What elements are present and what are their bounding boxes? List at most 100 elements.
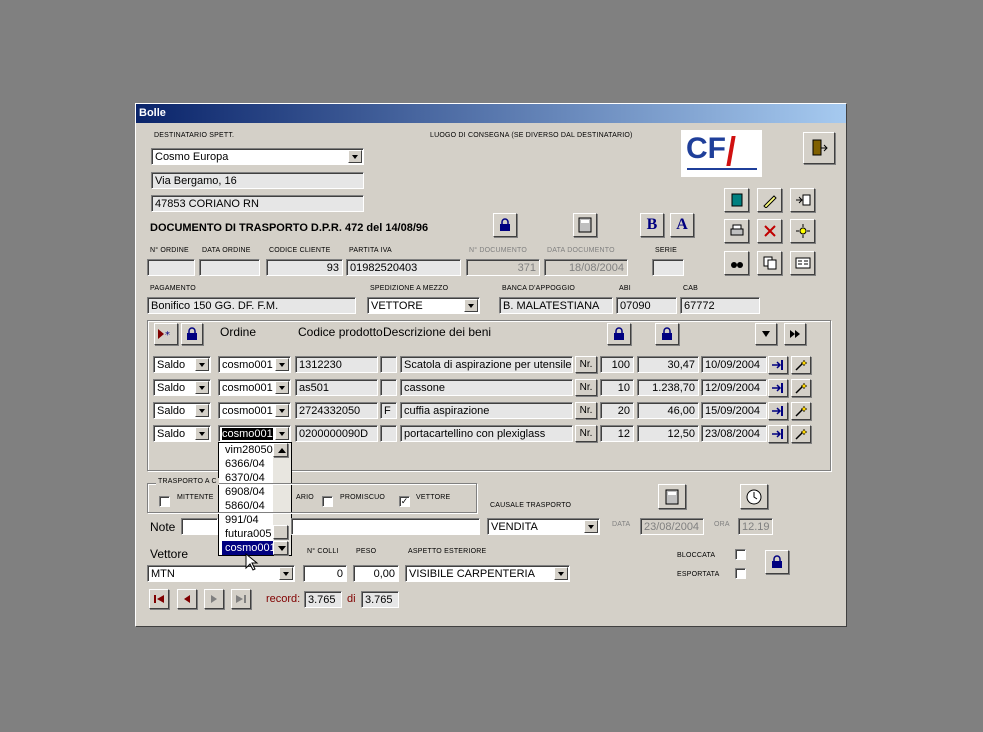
chevron-down-icon[interactable] bbox=[275, 381, 289, 394]
row-qta-field[interactable]: 20 bbox=[600, 402, 634, 419]
bold-button[interactable]: B bbox=[640, 213, 664, 237]
window-titlebar[interactable]: Bolle bbox=[136, 104, 846, 123]
row-wizard-button[interactable] bbox=[791, 356, 811, 374]
data-field[interactable]: 23/08/2004 bbox=[640, 518, 704, 535]
exit-button[interactable] bbox=[803, 132, 835, 164]
row-descrizione-field[interactable]: Scatola di aspirazione per utensile c bbox=[400, 356, 573, 373]
lock-button-prezzo[interactable] bbox=[655, 323, 679, 345]
row-prezzo-field[interactable]: 46,00 bbox=[637, 402, 699, 419]
first-record-button[interactable] bbox=[149, 589, 169, 609]
row-tipo-combo[interactable]: Saldo bbox=[153, 425, 211, 442]
causale-combo[interactable]: VENDITA bbox=[487, 518, 600, 535]
n-ordine-field[interactable] bbox=[147, 259, 195, 276]
partita-iva-field[interactable]: 01982520403 bbox=[346, 259, 461, 276]
row-codice-field[interactable]: 1312230 bbox=[295, 356, 378, 373]
calculator-button[interactable] bbox=[573, 213, 597, 237]
row-ordine-combo[interactable]: cosmo001 bbox=[218, 356, 291, 373]
row-prezzo-field[interactable]: 30,47 bbox=[637, 356, 699, 373]
prev-record-button[interactable] bbox=[177, 589, 197, 609]
print-button[interactable] bbox=[724, 219, 749, 243]
row-flag-field[interactable] bbox=[380, 356, 397, 373]
book-button[interactable] bbox=[724, 188, 749, 212]
row-goto-button[interactable] bbox=[768, 402, 788, 420]
vettore-combo[interactable]: MTN bbox=[147, 565, 295, 582]
delete-button[interactable] bbox=[757, 219, 782, 243]
row-qta-field[interactable]: 100 bbox=[600, 356, 634, 373]
row-prezzo-field[interactable]: 12,50 bbox=[637, 425, 699, 442]
spedizione-combo[interactable]: VETTORE bbox=[367, 297, 480, 314]
serie-field[interactable] bbox=[652, 259, 684, 276]
indirizzo-field[interactable]: Via Bergamo, 16 bbox=[151, 172, 364, 189]
n-documento-field[interactable]: 371 bbox=[466, 259, 540, 276]
chevron-down-icon[interactable] bbox=[554, 567, 568, 580]
row-qta-field[interactable]: 10 bbox=[600, 379, 634, 396]
banca-field[interactable]: B. MALATESTIANA bbox=[499, 297, 613, 314]
row-descrizione-field[interactable]: cuffia aspirazione bbox=[400, 402, 573, 419]
ora-field[interactable]: 12.19 bbox=[738, 518, 773, 535]
n-colli-field[interactable]: 0 bbox=[303, 565, 347, 582]
esportata-checkbox[interactable] bbox=[735, 568, 746, 579]
search-button[interactable] bbox=[724, 251, 749, 275]
next-record-button[interactable] bbox=[204, 589, 224, 609]
promiscuo-checkbox[interactable] bbox=[322, 496, 333, 507]
row-ordine-combo[interactable]: cosmo001 bbox=[218, 402, 291, 419]
row-tipo-combo[interactable]: Saldo bbox=[153, 402, 211, 419]
row-tipo-combo[interactable]: Saldo bbox=[153, 379, 211, 396]
row-codice-field[interactable]: as501 bbox=[295, 379, 378, 396]
last-record-button[interactable] bbox=[231, 589, 251, 609]
chevron-down-icon[interactable] bbox=[195, 381, 209, 394]
row-data-field[interactable]: 23/08/2004 bbox=[701, 425, 767, 442]
chevron-down-icon[interactable] bbox=[195, 427, 209, 440]
font-button[interactable]: A bbox=[670, 213, 694, 237]
chevron-down-icon[interactable] bbox=[195, 358, 209, 371]
row-wizard-button[interactable] bbox=[791, 425, 811, 443]
citta-field[interactable]: 47853 CORIANO RN bbox=[151, 195, 364, 212]
row-nr-button[interactable]: Nr. bbox=[575, 379, 597, 396]
dropdown-option[interactable]: 991/04 bbox=[222, 513, 277, 527]
chevron-down-icon[interactable] bbox=[464, 299, 478, 312]
row-codice-field[interactable]: 2724332050 bbox=[295, 402, 378, 419]
scroll-down-arrow[interactable] bbox=[273, 541, 288, 555]
chevron-down-icon[interactable] bbox=[275, 358, 289, 371]
clock-button[interactable] bbox=[740, 484, 768, 509]
insert-row-button[interactable] bbox=[790, 188, 815, 212]
row-qta-field[interactable]: 12 bbox=[600, 425, 634, 442]
chevron-down-icon[interactable] bbox=[195, 404, 209, 417]
lock-button-doc[interactable] bbox=[493, 213, 517, 237]
codice-cliente-field[interactable]: 93 bbox=[266, 259, 343, 276]
scroll-thumb[interactable] bbox=[273, 525, 288, 539]
fast-forward-button[interactable] bbox=[784, 323, 806, 345]
chevron-down-icon[interactable] bbox=[584, 520, 598, 533]
data-documento-field[interactable]: 18/08/2004 bbox=[544, 259, 628, 276]
row-data-field[interactable]: 15/09/2004 bbox=[701, 402, 767, 419]
dropdown-option[interactable]: futura005 bbox=[222, 527, 277, 541]
row-codice-field[interactable]: 0200000090D bbox=[295, 425, 378, 442]
row-flag-field[interactable] bbox=[380, 379, 397, 396]
chevron-down-icon[interactable] bbox=[348, 150, 362, 163]
destinatario-combo[interactable]: Cosmo Europa bbox=[151, 148, 364, 165]
mittente-checkbox[interactable] bbox=[159, 496, 170, 507]
row-goto-button[interactable] bbox=[768, 379, 788, 397]
row-flag-field[interactable] bbox=[380, 425, 397, 442]
abi-field[interactable]: 07090 bbox=[616, 297, 677, 314]
new-button[interactable] bbox=[790, 219, 815, 243]
row-nr-button[interactable]: Nr. bbox=[575, 402, 597, 419]
peso-field[interactable]: 0,00 bbox=[353, 565, 399, 582]
copy-button[interactable] bbox=[757, 251, 782, 275]
data-ordine-field[interactable] bbox=[199, 259, 260, 276]
row-wizard-button[interactable] bbox=[791, 379, 811, 397]
new-row-button[interactable]: * bbox=[154, 323, 178, 345]
dropdown-option[interactable]: vim280504 bbox=[222, 443, 279, 457]
scroll-up-button[interactable] bbox=[273, 443, 288, 457]
row-goto-button[interactable] bbox=[768, 425, 788, 443]
chevron-down-icon[interactable] bbox=[275, 427, 289, 440]
row-ordine-combo[interactable]: cosmo001 bbox=[218, 379, 291, 396]
calendar-button[interactable] bbox=[658, 484, 686, 509]
row-nr-button[interactable]: Nr. bbox=[575, 425, 597, 442]
row-tipo-combo[interactable]: Saldo bbox=[153, 356, 211, 373]
view-button[interactable] bbox=[790, 251, 815, 275]
record-current-field[interactable]: 3.765 bbox=[304, 591, 342, 608]
row-ordine-combo[interactable]: cosmo001 bbox=[218, 425, 291, 442]
lock-button-qta[interactable] bbox=[607, 323, 631, 345]
row-data-field[interactable]: 12/09/2004 bbox=[701, 379, 767, 396]
